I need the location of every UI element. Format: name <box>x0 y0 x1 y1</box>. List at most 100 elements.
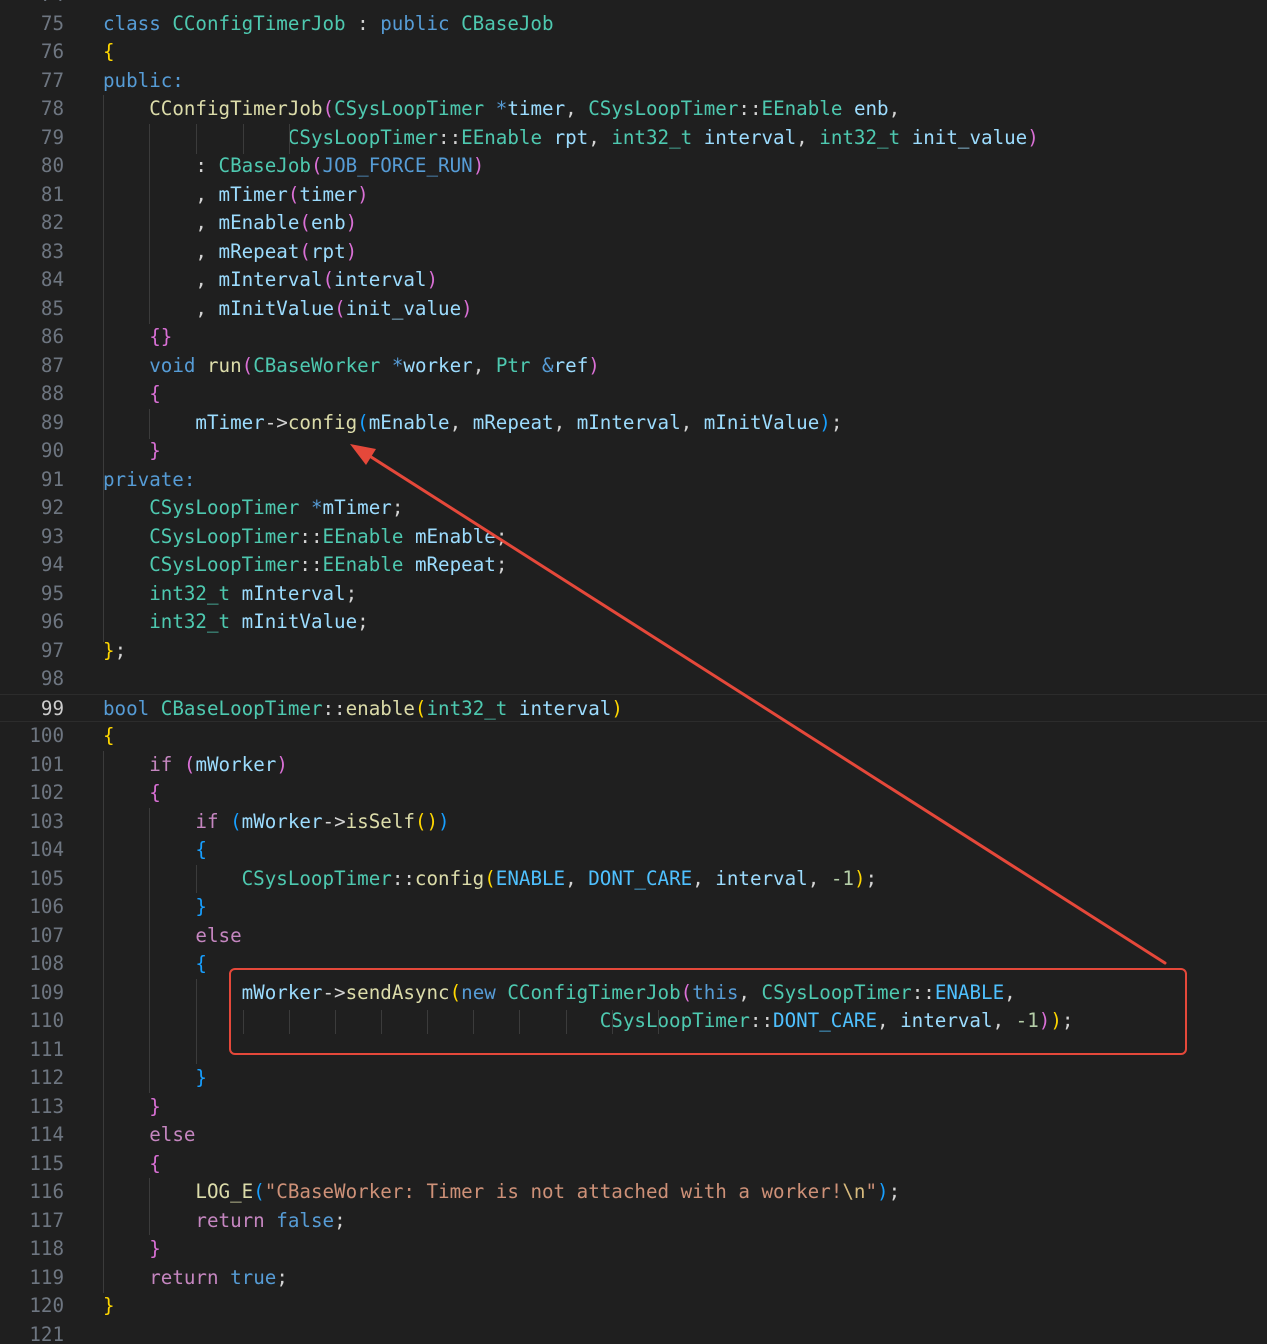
code-line[interactable]: 85 , mInitValue(init_value) <box>0 295 1267 324</box>
code-line[interactable]: 87 void run(CBaseWorker *worker, Ptr &re… <box>0 352 1267 381</box>
code-line[interactable]: 96 int32_t mInitValue; <box>0 608 1267 637</box>
code-line[interactable]: 117 return false; <box>0 1207 1267 1236</box>
line-number[interactable]: 111 <box>0 1036 64 1065</box>
line-number[interactable]: 90 <box>0 437 64 466</box>
code-line[interactable]: 102 { <box>0 779 1267 808</box>
code-line[interactable]: 99 bool CBaseLoopTimer::enable(int32_t in… <box>0 693 1267 724</box>
line-number[interactable]: 75 <box>0 10 64 39</box>
code-line[interactable]: 107 else <box>0 922 1267 951</box>
code-line[interactable]: 91 private: <box>0 466 1267 495</box>
line-number[interactable]: 82 <box>0 209 64 238</box>
code-line[interactable]: 83 , mRepeat(rpt) <box>0 238 1267 267</box>
code-line[interactable]: 115 { <box>0 1150 1267 1179</box>
line-number[interactable]: 102 <box>0 779 64 808</box>
code-line[interactable]: 98 <box>0 665 1267 694</box>
line-number[interactable]: 97 <box>0 637 64 666</box>
line-number[interactable]: 89 <box>0 409 64 438</box>
line-number[interactable]: 119 <box>0 1264 64 1293</box>
code-line[interactable]: 118 } <box>0 1235 1267 1264</box>
line-number[interactable]: 87 <box>0 352 64 381</box>
line-number[interactable]: 85 <box>0 295 64 324</box>
line-number[interactable]: 112 <box>0 1064 64 1093</box>
code-line[interactable]: 92 CSysLoopTimer *mTimer; <box>0 494 1267 523</box>
code-line[interactable]: 121 <box>0 1321 1267 1344</box>
line-number[interactable]: 104 <box>0 836 64 865</box>
code-line[interactable]: 106 } <box>0 893 1267 922</box>
code-line[interactable]: 100 { <box>0 722 1267 751</box>
line-number[interactable]: 114 <box>0 1121 64 1150</box>
code-line[interactable]: 74 <box>0 0 1267 10</box>
line-number[interactable]: 115 <box>0 1150 64 1179</box>
line-number[interactable]: 116 <box>0 1178 64 1207</box>
line-number[interactable]: 110 <box>0 1007 64 1036</box>
code-line[interactable]: 86 {} <box>0 323 1267 352</box>
code-line[interactable]: 110 CSysLoopTimer::DONT_CARE, interval, … <box>0 1007 1267 1036</box>
line-number[interactable]: 83 <box>0 238 64 267</box>
code-line[interactable]: 116 LOG_E("CBaseWorker: Timer is not att… <box>0 1178 1267 1207</box>
code-line[interactable]: 80 : CBaseJob(JOB_FORCE_RUN) <box>0 152 1267 181</box>
code-line[interactable]: 88 { <box>0 380 1267 409</box>
line-number[interactable]: 91 <box>0 466 64 495</box>
code-line[interactable]: 97}; <box>0 637 1267 666</box>
line-number[interactable]: 107 <box>0 922 64 951</box>
code-token: {} <box>149 325 173 348</box>
line-number[interactable]: 92 <box>0 494 64 523</box>
code-line[interactable]: 109 mWorker->sendAsync(new CConfigTimerJ… <box>0 979 1267 1008</box>
code-line[interactable]: 113 } <box>0 1093 1267 1122</box>
code-editor[interactable]: 7475 class CConfigTimerJob : public CBase… <box>0 0 1267 1344</box>
line-number[interactable]: 100 <box>0 722 64 751</box>
code-line[interactable]: 104 { <box>0 836 1267 865</box>
code-line[interactable]: 89 mTimer->config(mEnable, mRepeat, mInt… <box>0 409 1267 438</box>
line-number[interactable]: 121 <box>0 1321 64 1344</box>
code-line[interactable]: 101 if (mWorker) <box>0 751 1267 780</box>
code-token: -1 <box>1015 1009 1039 1032</box>
line-number[interactable]: 105 <box>0 865 64 894</box>
line-number[interactable]: 86 <box>0 323 64 352</box>
line-number[interactable]: 106 <box>0 893 64 922</box>
code-line[interactable]: 103 if (mWorker->isSelf()) <box>0 808 1267 837</box>
line-number[interactable]: 94 <box>0 551 64 580</box>
line-number[interactable]: 108 <box>0 950 64 979</box>
line-number[interactable]: 103 <box>0 808 64 837</box>
code-line[interactable]: 111 <box>0 1036 1267 1065</box>
line-number[interactable]: 74 <box>0 0 64 10</box>
line-number[interactable]: 88 <box>0 380 64 409</box>
line-number[interactable]: 78 <box>0 95 64 124</box>
code-line[interactable]: 108 { <box>0 950 1267 979</box>
line-number[interactable]: 81 <box>0 181 64 210</box>
line-number[interactable]: 109 <box>0 979 64 1008</box>
line-number[interactable]: 118 <box>0 1235 64 1264</box>
code-line[interactable]: 81 , mTimer(timer) <box>0 181 1267 210</box>
line-number[interactable]: 77 <box>0 67 64 96</box>
code-line[interactable]: 78 CConfigTimerJob(CSysLoopTimer *timer,… <box>0 95 1267 124</box>
line-number[interactable]: 99 <box>0 695 64 724</box>
line-number[interactable]: 79 <box>0 124 64 153</box>
code-line[interactable]: 77 public: <box>0 67 1267 96</box>
line-number[interactable]: 98 <box>0 665 64 694</box>
line-number[interactable]: 96 <box>0 608 64 637</box>
code-line[interactable]: 90 } <box>0 437 1267 466</box>
code-line[interactable]: 75 class CConfigTimerJob : public CBaseJo… <box>0 10 1267 39</box>
line-number[interactable]: 117 <box>0 1207 64 1236</box>
code-line[interactable]: 95 int32_t mInterval; <box>0 580 1267 609</box>
line-number[interactable]: 113 <box>0 1093 64 1122</box>
line-number[interactable]: 76 <box>0 38 64 67</box>
code-line[interactable]: 82 , mEnable(enb) <box>0 209 1267 238</box>
line-number[interactable]: 93 <box>0 523 64 552</box>
code-line[interactable]: 93 CSysLoopTimer::EEnable mEnable; <box>0 523 1267 552</box>
line-number[interactable]: 101 <box>0 751 64 780</box>
code-line[interactable]: 84 , mInterval(interval) <box>0 266 1267 295</box>
line-number[interactable]: 95 <box>0 580 64 609</box>
code-line[interactable]: 114 else <box>0 1121 1267 1150</box>
code-line[interactable]: 76 { <box>0 38 1267 67</box>
line-number[interactable]: 80 <box>0 152 64 181</box>
code-line[interactable]: 119 return true; <box>0 1264 1267 1293</box>
code-line[interactable]: 112 } <box>0 1064 1267 1093</box>
code-line[interactable]: 105 CSysLoopTimer::config(ENABLE, DONT_C… <box>0 865 1267 894</box>
line-number[interactable]: 120 <box>0 1292 64 1321</box>
code-line[interactable]: 120} <box>0 1292 1267 1321</box>
line-number[interactable]: 84 <box>0 266 64 295</box>
code-line[interactable]: 79 CSysLoopTimer::EEnable rpt, int32_t i… <box>0 124 1267 153</box>
code-line[interactable]: 94 CSysLoopTimer::EEnable mRepeat; <box>0 551 1267 580</box>
